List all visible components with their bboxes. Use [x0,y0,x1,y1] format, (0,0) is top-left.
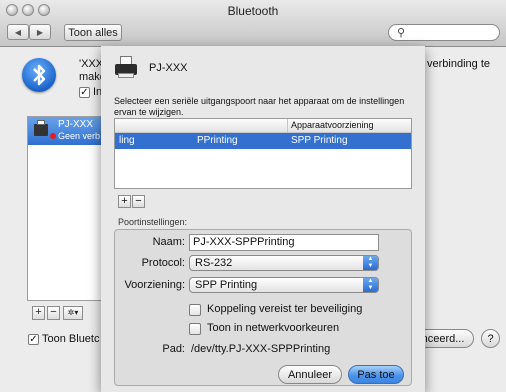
column-header-service[interactable]: Apparaatvoorziening [287,119,411,133]
action-menu-button[interactable]: ✲▾ [63,306,83,320]
bluetooth-message-line1: 'XXX [79,58,104,70]
sheet-description: Selecteer een seriële uitgangspoort naar… [114,96,405,117]
device-status: Geen verb [58,131,101,141]
window-title: Bluetooth [227,4,279,18]
popup-arrows-icon: ▲ ▼ [363,256,378,270]
window-titlebar: Bluetooth ◀ ▶ Toon alles ⚲ [0,0,506,47]
protocol-label: Protocol: [141,257,185,269]
help-icon: ? [487,332,494,345]
show-in-network-checkbox[interactable] [189,323,201,335]
apply-button[interactable]: Pas toe [348,365,404,384]
bluetooth-icon [22,58,56,92]
protocol-value: RS-232 [195,257,233,269]
table-row[interactable]: ling PPrinting SPP Printing [115,133,411,149]
row-fragment: ling [119,135,135,146]
service-popup[interactable]: SPP Printing ▲ ▼ [189,277,379,293]
remove-port-button[interactable]: − [132,195,145,208]
back-button[interactable]: ◀ [7,24,29,40]
sheet-device-title: PJ-XXX [149,62,188,74]
printer-icon [34,120,48,136]
column-header-port[interactable] [115,119,287,133]
discoverable-checkbox[interactable]: ✓ [79,87,90,98]
device-row[interactable]: PJ-XXX Geen verb [28,117,110,145]
port-settings-label: Poortinstellingen: [118,217,188,227]
port-cell: PPrinting [197,135,238,146]
device-name: PJ-XXX [58,119,94,130]
device-list[interactable]: PJ-XXX Geen verb [27,116,111,301]
name-label: Naam: [152,236,185,248]
name-field[interactable]: PJ-XXX-SPPPrinting [189,234,379,251]
protocol-popup[interactable]: RS-232 ▲ ▼ [189,255,379,271]
add-device-button[interactable]: + [32,306,45,320]
help-button[interactable]: ? [481,329,500,348]
popup-arrows-icon: ▲ ▼ [363,278,378,292]
path-value: /dev/tty.PJ-XXX-SPPPrinting [191,343,331,355]
bluetooth-message-tail: verbinding te [427,58,490,70]
show-in-network-label: Toon in netwerkvoorkeuren [207,322,340,334]
pairing-required-checkbox[interactable] [189,304,201,316]
show-bluetooth-status-checkbox[interactable]: ✓ [28,334,39,345]
search-field[interactable]: ⚲ [388,24,500,41]
show-bluetooth-status-label: Toon Bluetc [42,333,100,345]
show-all-button[interactable]: Toon alles [64,24,122,41]
service-value: SPP Printing [195,279,258,291]
port-settings-sheet: PJ-XXX Selecteer een seriële uitgangspoo… [101,46,425,392]
search-icon: ⚲ [397,27,406,39]
port-settings-group: Naam: PJ-XXX-SPPPrinting Protocol: RS-23… [114,229,412,386]
back-arrow-icon: ◀ [14,27,22,37]
forward-button[interactable]: ▶ [29,24,51,40]
cancel-button[interactable]: Annuleer [278,365,342,384]
add-port-button[interactable]: + [118,195,131,208]
service-label: Voorziening: [124,279,185,291]
serial-port-table[interactable]: Apparaatvoorziening ling PPrinting SPP P… [114,118,412,189]
printer-icon [115,56,137,78]
remove-device-button[interactable]: − [47,306,60,320]
forward-arrow-icon: ▶ [36,27,44,37]
disconnected-status-icon [50,133,56,139]
path-label: Pad: [162,343,185,355]
pairing-required-label: Koppeling vereist ter beveiliging [207,303,363,315]
service-cell: SPP Printing [291,135,348,146]
